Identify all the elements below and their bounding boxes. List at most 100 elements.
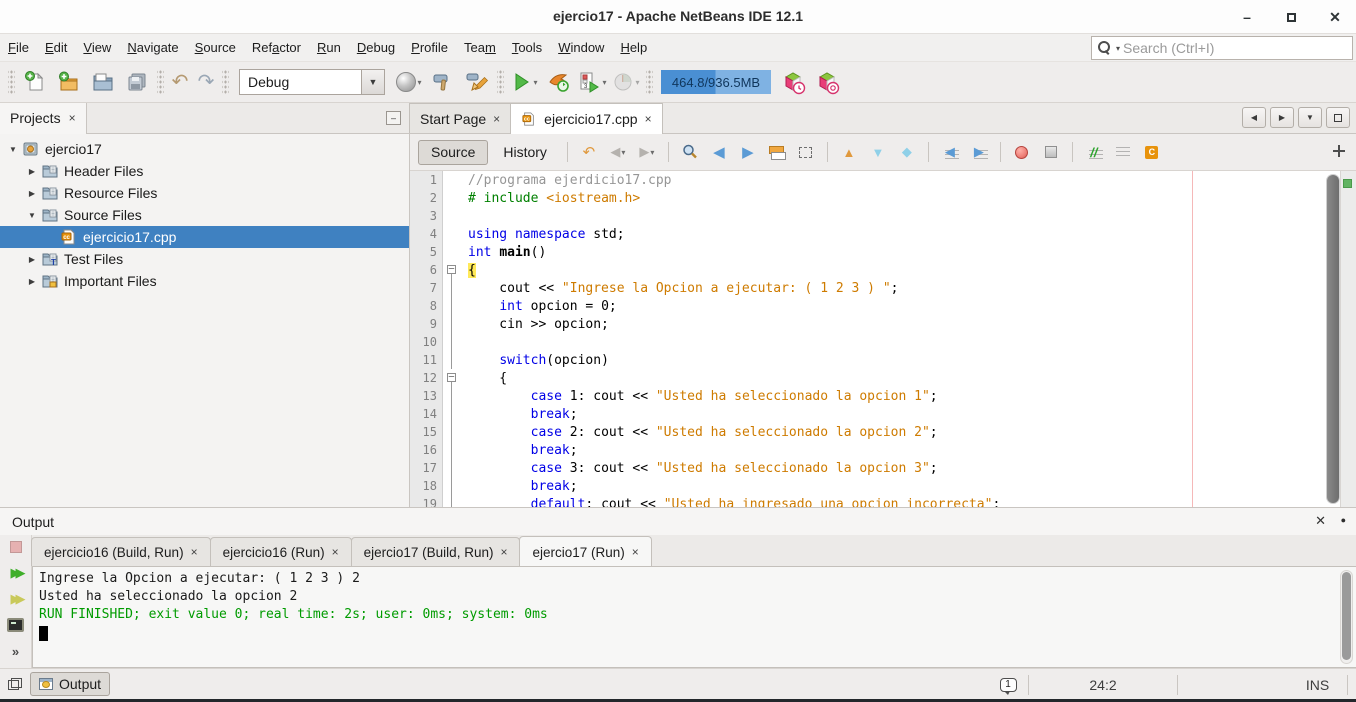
toggle-highlight-button[interactable] xyxy=(764,139,790,165)
save-all-button[interactable] xyxy=(121,66,153,98)
rerun-button[interactable]: ▶▶ xyxy=(5,563,27,583)
code-line-1[interactable]: 1//programa ejerdicio17.cpp xyxy=(410,171,1322,189)
minimize-panel-icon[interactable]: – xyxy=(386,111,401,125)
scroll-tabs-right-button[interactable]: ▶ xyxy=(1270,107,1294,128)
output-tab-ejercicio16-run[interactable]: ejercicio16 (Run)× xyxy=(210,537,352,566)
rectangular-selection-button[interactable] xyxy=(793,139,819,165)
editor-vertical-scrollbar[interactable] xyxy=(1326,174,1340,504)
undo-button[interactable]: ↶ xyxy=(168,66,192,98)
tab-list-button[interactable]: ▼ xyxy=(1298,107,1322,128)
profile-stop-button[interactable] xyxy=(811,66,843,98)
search-input[interactable] xyxy=(1123,40,1352,56)
code-line-13[interactable]: 13 case 1: cout << "Usted ha seleccionad… xyxy=(410,387,1322,405)
new-project-button[interactable] xyxy=(53,66,85,98)
menu-navigate[interactable]: Navigate xyxy=(119,36,186,59)
more-actions-button[interactable]: » xyxy=(5,641,27,661)
menu-edit[interactable]: Edit xyxy=(37,36,75,59)
search-icon[interactable] xyxy=(1096,40,1116,56)
close-icon[interactable]: × xyxy=(632,545,639,559)
menu-file[interactable]: File xyxy=(0,36,37,59)
code-line-5[interactable]: 5int main() xyxy=(410,243,1322,261)
code-line-19[interactable]: 19 default: cout << "Usted ha ingresado … xyxy=(410,495,1322,507)
menu-refactor[interactable]: Refactor xyxy=(244,36,309,59)
code-line-9[interactable]: 9 cin >> opcion; xyxy=(410,315,1322,333)
output-tab-ejercio17-build-run[interactable]: ejercio17 (Build, Run)× xyxy=(351,537,521,566)
next-occurrence-button[interactable]: ▶ xyxy=(735,139,761,165)
code-line-18[interactable]: 18 break; xyxy=(410,477,1322,495)
tree-item-ejercio17[interactable]: ▼ejercio17 xyxy=(0,138,409,160)
code-line-8[interactable]: 8 int opcion = 0; xyxy=(410,297,1322,315)
tree-collapsed-icon[interactable]: ▶ xyxy=(25,167,39,176)
menu-run[interactable]: Run xyxy=(309,36,349,59)
menu-profile[interactable]: Profile xyxy=(403,36,456,59)
toggle-bookmark-button[interactable]: ◆ xyxy=(894,139,920,165)
previous-bookmark-button[interactable]: ▲ xyxy=(836,139,862,165)
uncomment-button[interactable] xyxy=(1110,139,1136,165)
profile-gauge-button[interactable]: ▾ xyxy=(610,66,642,98)
menu-team[interactable]: Team xyxy=(456,36,504,59)
code-line-7[interactable]: 7 cout << "Ingrese la Opcion a ejecutar:… xyxy=(410,279,1322,297)
menu-debug[interactable]: Debug xyxy=(349,36,403,59)
memory-indicator[interactable]: 464.8/936.5MB xyxy=(661,70,771,94)
code-line-17[interactable]: 17 case 3: cout << "Usted ha seleccionad… xyxy=(410,459,1322,477)
close-icon[interactable]: × xyxy=(500,545,507,559)
close-icon[interactable]: × xyxy=(332,545,339,559)
history-view-button[interactable]: History xyxy=(491,140,559,165)
code-line-12[interactable]: 12– { xyxy=(410,369,1322,387)
output-tab-ejercio17-run[interactable]: ejercio17 (Run)× xyxy=(519,536,651,567)
source-view-button[interactable]: Source xyxy=(418,140,488,165)
tree-item-test-files[interactable]: ▶TTest Files xyxy=(0,248,409,270)
shift-right-button[interactable]: ▶ xyxy=(966,139,992,165)
tree-item-source-files[interactable]: ▼Source Files xyxy=(0,204,409,226)
close-icon[interactable]: × xyxy=(645,112,652,126)
profile-telemetry-button[interactable] xyxy=(777,66,809,98)
profile-project-button[interactable]: 3 ▾ xyxy=(576,66,608,98)
code-line-4[interactable]: 4using namespace std; xyxy=(410,225,1322,243)
close-icon[interactable]: ✕ xyxy=(1324,6,1346,28)
menu-tools[interactable]: Tools xyxy=(504,36,550,59)
fold-collapse-icon[interactable]: – xyxy=(447,265,456,274)
editor-tab-ejercicio17-cpp[interactable]: ccejercicio17.cpp× xyxy=(510,103,662,134)
output-vertical-scrollbar[interactable] xyxy=(1340,570,1353,664)
stop-macro-recording-button[interactable] xyxy=(1038,139,1064,165)
back-button[interactable]: ◀▾ xyxy=(605,139,631,165)
tree-expanded-icon[interactable]: ▼ xyxy=(25,211,39,220)
maximize-editor-button[interactable] xyxy=(1326,107,1350,128)
maximize-dot-icon[interactable]: ● xyxy=(1341,515,1346,525)
start-macro-recording-button[interactable] xyxy=(1009,139,1035,165)
fold-marker[interactable]: – xyxy=(443,261,460,279)
search-caret-icon[interactable]: ▾ xyxy=(1116,44,1120,53)
close-icon[interactable]: × xyxy=(191,545,198,559)
last-edit-location-button[interactable]: ↶ xyxy=(576,139,602,165)
shift-left-button[interactable]: ◀ xyxy=(937,139,963,165)
code-line-16[interactable]: 16 break; xyxy=(410,441,1322,459)
rerun-with-args-button[interactable]: ▶▶ xyxy=(5,589,27,609)
console[interactable]: Ingrese la Opcion a ejecutar: ( 1 2 3 ) … xyxy=(32,566,1356,668)
fold-marker[interactable]: – xyxy=(443,369,460,387)
tree-collapsed-icon[interactable]: ▶ xyxy=(25,277,39,286)
build-project-button[interactable] xyxy=(427,66,459,98)
notifications-button[interactable]: 1 xyxy=(988,675,1028,695)
fold-collapse-icon[interactable]: – xyxy=(447,373,456,382)
close-icon[interactable]: × xyxy=(69,111,76,125)
restore-window-group-icon[interactable] xyxy=(8,678,22,690)
code-line-15[interactable]: 15 case 2: cout << "Usted ha seleccionad… xyxy=(410,423,1322,441)
close-icon[interactable]: ✕ xyxy=(1315,513,1326,529)
code-line-3[interactable]: 3 xyxy=(410,207,1322,225)
tree-item-important-files[interactable]: ▶Important Files xyxy=(0,270,409,292)
code-line-10[interactable]: 10 xyxy=(410,333,1322,351)
code-line-14[interactable]: 14 break; xyxy=(410,405,1322,423)
comment-button[interactable]: // xyxy=(1081,139,1107,165)
editor-tab-start-page[interactable]: Start Page× xyxy=(409,103,511,133)
open-project-button[interactable] xyxy=(87,66,119,98)
configuration-dropdown-icon[interactable]: ▼ xyxy=(361,69,385,95)
minimize-icon[interactable]: – xyxy=(1236,6,1258,28)
output-tab-ejercicio16-build-run[interactable]: ejercicio16 (Build, Run)× xyxy=(31,537,211,566)
configuration-combobox[interactable]: Debug ▼ xyxy=(239,69,385,95)
code-line-6[interactable]: 6–{ xyxy=(410,261,1322,279)
tree-collapsed-icon[interactable]: ▶ xyxy=(25,255,39,264)
set-configuration-button[interactable]: ▾ xyxy=(393,66,425,98)
new-file-button[interactable] xyxy=(19,66,51,98)
tree-item-ejercicio17-cpp[interactable]: ccejercicio17.cpp xyxy=(0,226,409,248)
toggle-header-source-button[interactable]: C xyxy=(1139,139,1165,165)
